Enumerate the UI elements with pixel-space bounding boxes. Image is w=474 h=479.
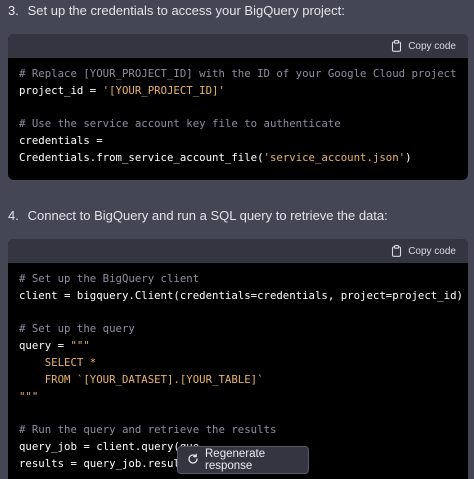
- code-line: FROM `[YOUR_DATASET].[YOUR_TABLE]`: [19, 372, 457, 389]
- regenerate-response-button[interactable]: Regenerate response: [177, 446, 309, 474]
- code-comment: # Set up the BigQuery client: [19, 272, 200, 285]
- code-text: query =: [19, 339, 71, 353]
- copy-code-label: Copy code: [408, 245, 456, 257]
- code-content: # Replace [YOUR_PROJECT_ID] with the ID …: [8, 58, 468, 179]
- code-line: """: [19, 389, 457, 406]
- code-string: """: [70, 339, 90, 353]
- regenerate-label: Regenerate response: [205, 448, 266, 472]
- step-4-instruction: 4. Connect to BigQuery and run a SQL que…: [8, 207, 388, 225]
- code-text: results = query_job.result(: [19, 456, 193, 470]
- code-string: """: [19, 389, 39, 403]
- code-comment: # Use the service account key file to au…: [19, 117, 341, 131]
- step-3-instruction: 3. Set up the credentials to access your…: [8, 2, 345, 20]
- code-string: 'service_account.json': [263, 150, 406, 164]
- code-line: # Set up the query: [19, 321, 457, 338]
- code-line: credentials =: [19, 133, 457, 150]
- code-comment: # Set up the query: [19, 322, 135, 336]
- code-block-credentials: Copy code # Replace [YOUR_PROJECT_ID] wi…: [8, 34, 468, 180]
- code-line: # Run the query and retrieve the results: [19, 422, 457, 439]
- code-line: project_id = '[YOUR_PROJECT_ID]': [19, 83, 457, 100]
- code-text: client = bigquery.Client(credentials=cre…: [19, 288, 463, 302]
- code-comment: # Replace [YOUR_PROJECT_ID] with the ID …: [19, 67, 457, 80]
- step-text: Set up the credentials to access your Bi…: [27, 3, 345, 18]
- code-string: SELECT *: [19, 355, 97, 369]
- step-text: Connect to BigQuery and run a SQL query …: [27, 208, 388, 223]
- code-line: # Set up the BigQuery client: [19, 271, 457, 288]
- code-line: query = """: [19, 338, 457, 355]
- code-comment: # Run the query and retrieve the results: [19, 423, 277, 437]
- copy-code-button[interactable]: Copy code: [391, 38, 456, 54]
- refresh-icon: [187, 453, 199, 468]
- clipboard-icon: [391, 245, 402, 257]
- code-line: # Replace [YOUR_PROJECT_ID] with the ID …: [19, 66, 457, 83]
- code-block-header: Copy code: [8, 239, 468, 263]
- step-number: 3.: [8, 3, 19, 18]
- code-block-query: Copy code # Set up the BigQuery client cl…: [8, 239, 468, 479]
- code-text: query_job = client.query(que: [19, 439, 200, 453]
- copy-code-label: Copy code: [408, 40, 456, 52]
- code-line: # Use the service account key file to au…: [19, 116, 457, 133]
- code-block-header: Copy code: [8, 34, 468, 58]
- code-text: credentials =: [19, 134, 103, 148]
- code-string: '[YOUR_PROJECT_ID]': [102, 83, 225, 97]
- step-number: 4.: [8, 208, 19, 223]
- copy-code-button[interactable]: Copy code: [391, 243, 456, 259]
- code-text: Credentials.from_service_account_file(: [19, 150, 264, 164]
- clipboard-icon: [391, 40, 402, 52]
- code-line: Credentials.from_service_account_file('s…: [19, 150, 457, 167]
- code-line: client = bigquery.Client(credentials=cre…: [19, 288, 463, 305]
- code-text: project_id =: [19, 83, 103, 97]
- code-line: SELECT *: [19, 355, 457, 372]
- code-text: ): [405, 150, 412, 164]
- code-string: FROM `[YOUR_DATASET].[YOUR_TABLE]`: [19, 372, 264, 386]
